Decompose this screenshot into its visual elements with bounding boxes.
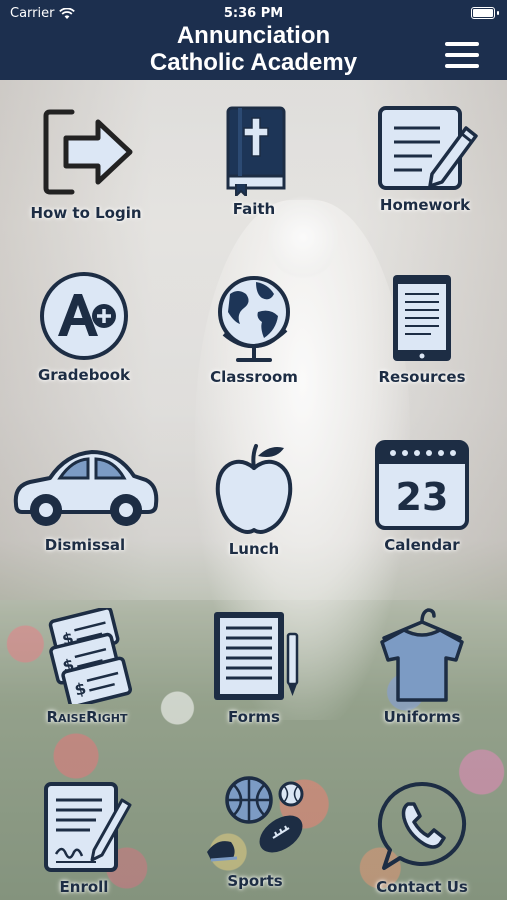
tile-label: RaiseRight [46, 708, 128, 726]
globe-icon [218, 276, 290, 362]
battery-icon [471, 7, 495, 19]
tile-label: Faith [232, 200, 276, 218]
tile-lunch[interactable]: Lunch [204, 442, 304, 558]
menu-bar [445, 53, 479, 57]
notebook-pencil-icon [378, 106, 478, 190]
app-header: Carrier 5:36 PM Annunciation Catholic Ac… [0, 0, 507, 80]
tile-label: Resources [378, 368, 466, 386]
tile-label: Gradebook [37, 366, 131, 384]
tile-label: Calendar [384, 536, 460, 554]
tile-enroll[interactable]: Enroll [34, 780, 134, 896]
tile-calendar[interactable]: 23 Calendar [372, 438, 472, 554]
login-arrow-icon [43, 109, 133, 195]
phone-bubble-icon [377, 781, 467, 870]
shirt-hanger-icon [380, 608, 464, 702]
tile-label: Forms [228, 708, 280, 726]
gift-cards-icon: $ $ $ [48, 608, 133, 704]
tile-label: Contact Us [376, 878, 468, 896]
car-icon [13, 450, 159, 526]
tile-dismissal[interactable]: Dismissal [10, 446, 160, 554]
hamburger-menu-icon[interactable] [445, 42, 479, 68]
tile-label: Dismissal [44, 536, 126, 554]
tile-label: Uniforms [383, 708, 461, 726]
menu-bar [445, 64, 479, 68]
document-pen-icon [214, 612, 299, 700]
app-screen: Carrier 5:36 PM Annunciation Catholic Ac… [0, 0, 507, 900]
menu-bar [445, 42, 479, 46]
tile-sports[interactable]: Sports [200, 772, 310, 890]
title-line-1: Annunciation [176, 22, 331, 49]
tile-label: Lunch [228, 540, 280, 558]
tile-faith[interactable]: Faith [204, 104, 304, 218]
title-line-2: Catholic Academy [149, 49, 358, 76]
page-title: Annunciation Catholic Academy [0, 22, 507, 76]
tile-homework[interactable]: Homework [370, 104, 480, 214]
a-plus-grade-icon [40, 272, 128, 360]
tablet-document-icon [393, 275, 451, 361]
tile-uniforms[interactable]: Uniforms [372, 604, 472, 726]
tile-label: Sports [227, 872, 283, 890]
tile-forms[interactable]: Forms [204, 608, 304, 726]
signature-document-icon [44, 782, 132, 872]
tile-contact-us[interactable]: Contact Us [366, 778, 478, 896]
tile-label: Homework [379, 196, 471, 214]
tile-label: Classroom [210, 368, 298, 386]
calendar-icon: 23 [375, 440, 469, 530]
apple-icon [215, 444, 293, 534]
bible-cross-icon [226, 106, 286, 196]
tile-label: How to Login [30, 204, 142, 222]
tile-label: Enroll [59, 878, 109, 896]
calendar-day: 23 [396, 475, 449, 519]
sports-balls-icon [207, 776, 304, 862]
tile-gradebook[interactable]: Gradebook [34, 270, 134, 384]
tile-how-to-login[interactable]: How to Login [25, 104, 147, 222]
tile-raiseright[interactable]: $ $ $ RaiseRight [35, 608, 139, 726]
tile-classroom[interactable]: Classroom [204, 272, 304, 386]
tile-resources[interactable]: Resources [372, 272, 472, 386]
battery-tip [497, 11, 499, 15]
status-time: 5:36 PM [223, 6, 284, 21]
